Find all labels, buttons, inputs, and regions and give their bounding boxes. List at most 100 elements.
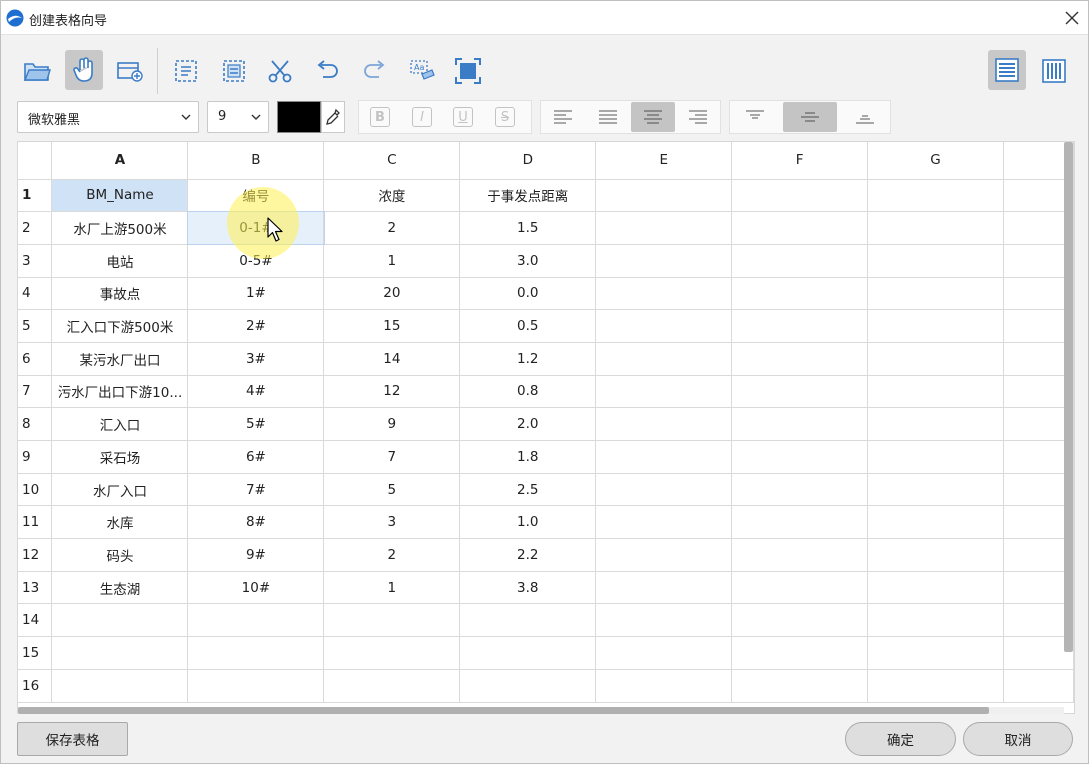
table-cell[interactable]: 浓度	[323, 179, 461, 213]
row-header[interactable]: 15	[18, 636, 53, 670]
valign-middle-button[interactable]	[783, 102, 837, 132]
table-cell[interactable]: 编号	[187, 179, 325, 213]
row-header[interactable]: 4	[18, 277, 53, 311]
table-cell[interactable]	[595, 309, 733, 343]
table-cell[interactable]: 12	[323, 375, 461, 409]
find-replace-button[interactable]: Aa	[403, 52, 441, 90]
row-header[interactable]: 12	[18, 538, 53, 572]
table-cell[interactable]: 5#	[187, 407, 325, 441]
row-layout-button[interactable]	[988, 50, 1026, 90]
ok-button[interactable]: 确定	[845, 722, 956, 756]
align-justify-button[interactable]	[586, 102, 630, 132]
row-header[interactable]: 1	[18, 179, 53, 213]
insert-table-button[interactable]	[111, 52, 149, 90]
valign-top-button[interactable]	[733, 102, 777, 132]
table-cell[interactable]: 1	[323, 571, 461, 605]
table-cell[interactable]: 生态湖	[51, 571, 189, 605]
table-cell[interactable]	[595, 211, 733, 245]
table-cell[interactable]: 14	[323, 342, 461, 376]
table-cell[interactable]: 汇入口	[51, 407, 189, 441]
table-cell[interactable]: 电站	[51, 244, 189, 278]
table-cell[interactable]	[187, 669, 325, 703]
table-cell[interactable]	[731, 342, 869, 376]
table-cell[interactable]	[595, 179, 733, 213]
bold-button[interactable]: B	[358, 102, 402, 132]
table-cell[interactable]	[867, 309, 1004, 343]
table-cell[interactable]	[867, 244, 1004, 278]
table-cell[interactable]: 9	[323, 407, 461, 441]
row-header[interactable]: 3	[18, 244, 53, 278]
table-cell[interactable]	[1003, 244, 1074, 278]
table-cell[interactable]	[731, 669, 869, 703]
table-cell[interactable]: 水厂上游500米	[51, 211, 189, 245]
table-cell[interactable]: 1.8	[459, 440, 597, 474]
table-cell[interactable]	[1003, 636, 1074, 670]
table-cell[interactable]: 7	[323, 440, 461, 474]
table-cell[interactable]	[731, 375, 869, 409]
table-cell[interactable]	[867, 277, 1004, 311]
table-cell[interactable]	[323, 636, 461, 670]
table-cell[interactable]	[731, 636, 869, 670]
table-cell[interactable]	[595, 603, 733, 638]
color-picker-button[interactable]	[321, 101, 345, 133]
table-cell[interactable]	[187, 603, 325, 638]
table-cell[interactable]	[731, 440, 869, 474]
table-cell[interactable]: 0-1#	[186, 210, 325, 246]
table-cell[interactable]: 码头	[51, 538, 189, 572]
table-cell[interactable]	[1003, 603, 1074, 638]
select-tool-button[interactable]	[65, 50, 103, 90]
table-cell[interactable]	[867, 342, 1004, 376]
table-cell[interactable]: 0.5	[459, 309, 597, 343]
table-cell[interactable]	[731, 244, 869, 278]
table-cell[interactable]	[867, 538, 1004, 572]
table-cell[interactable]	[731, 309, 869, 343]
table-cell[interactable]	[731, 407, 869, 441]
column-header[interactable]: A	[51, 142, 189, 180]
table-cell[interactable]: BM_Name	[51, 179, 189, 213]
table-cell[interactable]: 于事发点距离	[459, 179, 597, 213]
column-header[interactable]: C	[323, 142, 461, 180]
table-cell[interactable]: 7#	[187, 473, 325, 507]
table-cell[interactable]: 1.5	[459, 211, 597, 245]
cancel-button[interactable]: 取消	[963, 722, 1073, 756]
table-cell[interactable]	[323, 669, 461, 703]
table-cell[interactable]: 1.2	[459, 342, 597, 376]
table-cell[interactable]: 9#	[187, 538, 325, 572]
table-cell[interactable]	[51, 603, 189, 638]
table-cell[interactable]	[595, 505, 733, 540]
align-left-button[interactable]	[541, 102, 585, 132]
table-cell[interactable]	[867, 375, 1004, 409]
table-cell[interactable]	[51, 636, 189, 670]
table-cell[interactable]	[1003, 473, 1074, 507]
horizontal-scrollbar[interactable]	[18, 707, 989, 714]
table-cell[interactable]: 5	[323, 473, 461, 507]
table-cell[interactable]	[867, 603, 1004, 638]
table-cell[interactable]	[731, 211, 869, 245]
table-cell[interactable]: 事故点	[51, 277, 189, 311]
corner-cell[interactable]	[18, 142, 53, 180]
close-button[interactable]	[1059, 5, 1085, 31]
table-cell[interactable]	[1003, 277, 1074, 311]
column-header[interactable]: B	[187, 142, 325, 180]
table-cell[interactable]	[731, 179, 869, 213]
table-cell[interactable]	[1003, 179, 1074, 213]
undo-button[interactable]	[309, 52, 347, 90]
table-cell[interactable]: 2	[323, 211, 461, 245]
table-cell[interactable]: 水厂入口	[51, 473, 189, 507]
table-cell[interactable]	[731, 505, 869, 540]
row-header[interactable]: 14	[18, 603, 53, 638]
table-cell[interactable]: 0.0	[459, 277, 597, 311]
table-cell[interactable]	[1003, 375, 1074, 409]
table-cell[interactable]: 水库	[51, 505, 189, 540]
table-cell[interactable]	[1003, 538, 1074, 572]
table-cell[interactable]	[867, 505, 1004, 540]
table-cell[interactable]	[1003, 669, 1074, 703]
table-cell[interactable]: 2.0	[459, 407, 597, 441]
table-cell[interactable]	[731, 571, 869, 605]
table-cell[interactable]	[595, 244, 733, 278]
table-cell[interactable]	[1003, 505, 1074, 540]
table-cell[interactable]: 1	[323, 244, 461, 278]
table-cell[interactable]: 3	[323, 505, 461, 540]
table-cell[interactable]	[595, 571, 733, 605]
table-cell[interactable]	[595, 636, 733, 670]
